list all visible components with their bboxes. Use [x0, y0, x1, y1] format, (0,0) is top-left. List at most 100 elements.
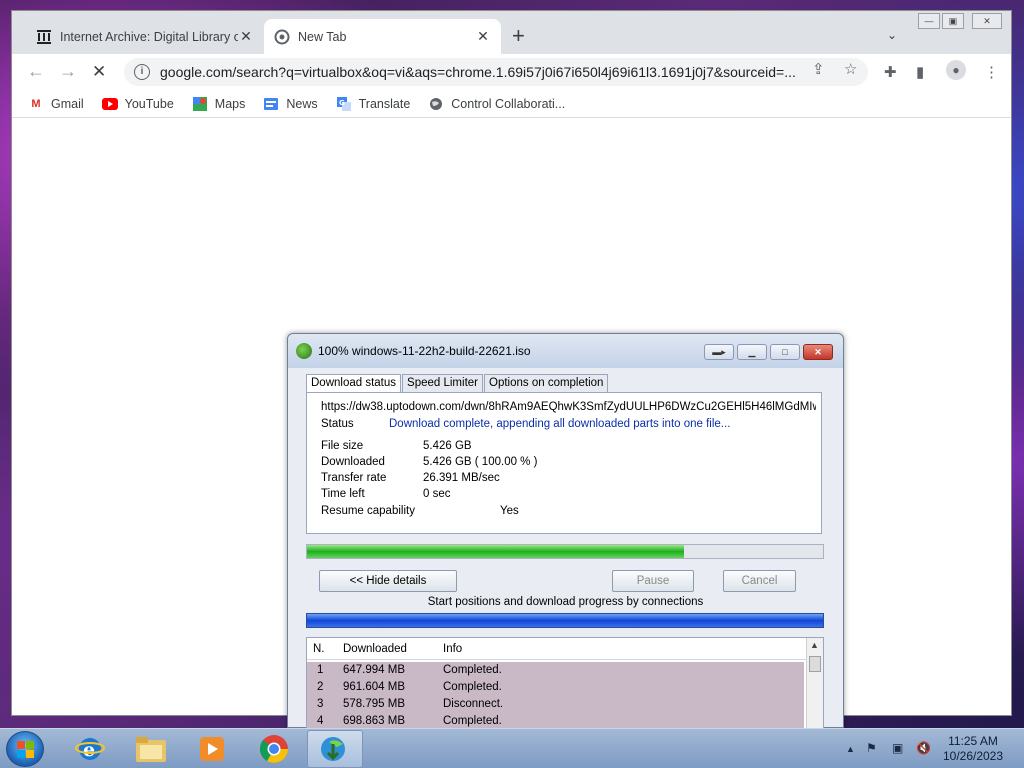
progress-fill [307, 545, 684, 558]
tab-speed-limiter[interactable]: Speed Limiter [402, 374, 483, 393]
extensions-puzzle-icon[interactable]: ✚ [884, 63, 897, 81]
side-panel-icon[interactable]: ▮ [916, 63, 924, 81]
bookmark-label: Control Collaborati... [451, 96, 566, 111]
forward-arrow-icon[interactable]: → [59, 62, 77, 80]
connection-info: Completed. [443, 681, 502, 693]
gmail-icon: M [31, 97, 41, 110]
maps-icon [192, 96, 208, 111]
tab-new-tab[interactable]: New Tab ✕ [264, 19, 501, 54]
site-info-icon[interactable]: i [134, 64, 150, 80]
maximize-icon[interactable]: □ [770, 344, 800, 360]
status-label: Status [321, 418, 354, 430]
idm-logo-icon [296, 343, 312, 359]
internet-explorer-icon[interactable]: e [62, 730, 118, 768]
table-row[interactable]: 2 961.604 MB Completed. [307, 679, 804, 696]
file-explorer-icon[interactable] [123, 730, 179, 768]
bookmark-label: Translate [358, 96, 411, 111]
close-tab-icon[interactable]: ✕ [475, 28, 491, 45]
hide-details-button[interactable]: << Hide details [319, 570, 457, 592]
stop-loading-icon[interactable]: ✕ [92, 62, 106, 82]
bookmark-gmail[interactable]: M Gmail [28, 96, 84, 111]
media-player-icon[interactable] [184, 730, 240, 768]
table-row[interactable]: 3 578.795 MB Disconnect. [307, 696, 804, 713]
bookmark-label: News [286, 96, 318, 111]
taskbar: e ▲ ⚑ ▣ 🔇 11:25 AM 10/26/2023 [0, 728, 1024, 768]
archive-icon [36, 29, 52, 45]
table-row[interactable]: 1 647.994 MB Completed. [307, 662, 804, 679]
downloaded-value: 5.426 GB ( 100.00 % ) [423, 456, 538, 468]
volume-muted-icon[interactable]: 🔇 [916, 741, 931, 755]
bookmark-star-icon[interactable]: ☆ [844, 60, 857, 78]
clock-time: 11:25 AM [948, 734, 998, 748]
new-tab-plus-icon[interactable]: + [512, 25, 525, 47]
tab-internet-archive[interactable]: Internet Archive: Digital Library o ✕ [26, 19, 264, 54]
profile-avatar-icon[interactable]: ● [946, 60, 966, 80]
bookmarks-bar: M Gmail YouTube Maps News G Translate Co… [12, 90, 1011, 118]
tab-strip: Internet Archive: Digital Library o ✕ Ne… [12, 11, 1011, 54]
chrome-icon[interactable] [246, 730, 302, 768]
bookmark-label: YouTube [124, 96, 174, 111]
time-left-value: 0 sec [423, 488, 451, 500]
connection-downloaded: 961.604 MB [343, 681, 406, 693]
minimize-icon[interactable]: ▁ [737, 344, 767, 360]
connection-info: Disconnect. [443, 698, 504, 710]
bookmark-maps[interactable]: Maps [192, 96, 245, 111]
bookmark-control-collaboration[interactable]: Control Collaborati... [428, 97, 565, 111]
tab-options-on-completion[interactable]: Options on completion [484, 374, 609, 393]
menu-kebab-icon[interactable]: ⋮ [984, 63, 999, 81]
connection-number: 3 [317, 698, 324, 710]
tab-download-status[interactable]: Download status [306, 374, 402, 394]
column-header-info[interactable]: Info [443, 643, 462, 655]
cancel-button[interactable]: Cancel [723, 570, 796, 592]
connection-downloaded: 578.795 MB [343, 698, 406, 710]
windows-logo-icon [17, 741, 35, 759]
action-center-flag-icon[interactable]: ⚑ [866, 741, 877, 755]
address-bar[interactable]: i google.com/search?q=virtualbox&oq=vi&a… [124, 58, 868, 86]
close-window-icon[interactable]: ✕ [972, 13, 1002, 29]
file-size-value: 5.426 GB [423, 440, 472, 452]
table-scrollbar[interactable]: ▲ [806, 638, 823, 728]
idm-icon[interactable] [307, 730, 363, 768]
close-dialog-icon[interactable]: ✕ [803, 344, 833, 360]
back-arrow-icon[interactable]: ← [27, 62, 45, 80]
tab-title: Internet Archive: Digital Library o [60, 29, 238, 44]
address-url[interactable]: google.com/search?q=virtualbox&oq=vi&aqs… [160, 64, 805, 80]
share-icon[interactable]: ⇪ [812, 60, 825, 78]
download-url: https://dw38.uptodown.com/dwn/8hRAm9AEQh… [321, 401, 816, 413]
chevron-down-icon[interactable]: ⌄ [887, 28, 897, 42]
file-size-label: File size [321, 440, 364, 452]
minimize-icon[interactable]: — [918, 13, 940, 29]
scrollbar-thumb[interactable] [809, 656, 821, 672]
connection-info: Completed. [443, 664, 502, 676]
send-to-tray-icon[interactable]: ▬▸ [704, 344, 734, 360]
table-row[interactable]: 4 698.863 MB Completed. [307, 713, 804, 728]
system-clock[interactable]: 11:25 AM 10/26/2023 [940, 734, 1006, 764]
bookmark-translate[interactable]: G Translate [336, 96, 411, 111]
status-value: Download complete, appending all downloa… [389, 418, 731, 430]
column-header-downloaded[interactable]: Downloaded [343, 643, 407, 655]
scroll-up-arrow-icon[interactable]: ▲ [810, 640, 819, 650]
network-icon[interactable]: ▣ [892, 741, 903, 755]
time-left-label: Time left [321, 488, 365, 500]
chrome-icon [274, 29, 290, 45]
connection-number: 2 [317, 681, 324, 693]
resume-capability-label: Resume capability [321, 505, 415, 517]
table-header: N. Downloaded Info [307, 638, 807, 660]
maximize-icon[interactable]: ▣ [942, 13, 964, 29]
show-hidden-icons-icon[interactable]: ▲ [846, 744, 855, 754]
download-status-panel: https://dw38.uptodown.com/dwn/8hRAm9AEQh… [306, 392, 822, 534]
column-header-n[interactable]: N. [313, 643, 325, 655]
connection-number: 4 [317, 715, 324, 727]
connection-downloaded: 698.863 MB [343, 715, 406, 727]
bookmark-label: Gmail [51, 96, 84, 111]
dialog-title: 100% windows-11-22h2-build-22621.iso [318, 344, 531, 358]
start-button[interactable] [6, 731, 44, 767]
bookmark-news[interactable]: News [263, 96, 318, 111]
pause-button[interactable]: Pause [612, 570, 694, 592]
browser-toolbar: ← → ✕ i google.com/search?q=virtualbox&o… [12, 54, 1011, 90]
resume-capability-value: Yes [500, 505, 519, 517]
close-tab-icon[interactable]: ✕ [238, 28, 254, 45]
connection-info: Completed. [443, 715, 502, 727]
translate-icon: G [336, 96, 352, 111]
bookmark-youtube[interactable]: YouTube [101, 96, 174, 111]
